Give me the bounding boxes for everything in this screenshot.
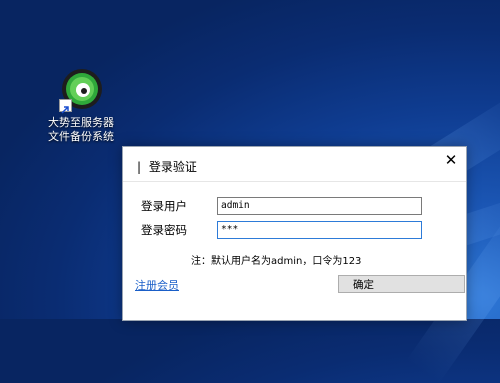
- title-divider: [123, 181, 466, 182]
- shortcut-arrow-icon: [59, 99, 72, 114]
- ok-button[interactable]: 确定: [338, 275, 465, 293]
- username-input[interactable]: [217, 197, 422, 215]
- login-dialog: | 登录验证 ✕ 登录用户 登录密码 注：默认用户名为admin，口令为123 …: [122, 146, 467, 321]
- app-logo-icon: [59, 68, 103, 114]
- password-input[interactable]: [217, 221, 422, 239]
- desktop-shortcut-backup-system[interactable]: 大势至服务器 文件备份系统: [44, 66, 118, 144]
- register-link[interactable]: 注册会员: [135, 277, 179, 293]
- desktop-icon-label-line2: 文件备份系统: [48, 130, 114, 143]
- title-marker: |: [137, 160, 142, 174]
- username-label: 登录用户: [141, 199, 187, 213]
- dialog-title: 登录验证: [148, 160, 197, 174]
- dialog-title-bar: | 登录验证: [137, 158, 197, 175]
- desktop-icon-label-line1: 大势至服务器: [48, 116, 114, 129]
- default-credentials-note: 注：默认用户名为admin，口令为123: [191, 256, 362, 267]
- close-icon[interactable]: ✕: [442, 151, 460, 169]
- password-label: 登录密码: [141, 223, 187, 237]
